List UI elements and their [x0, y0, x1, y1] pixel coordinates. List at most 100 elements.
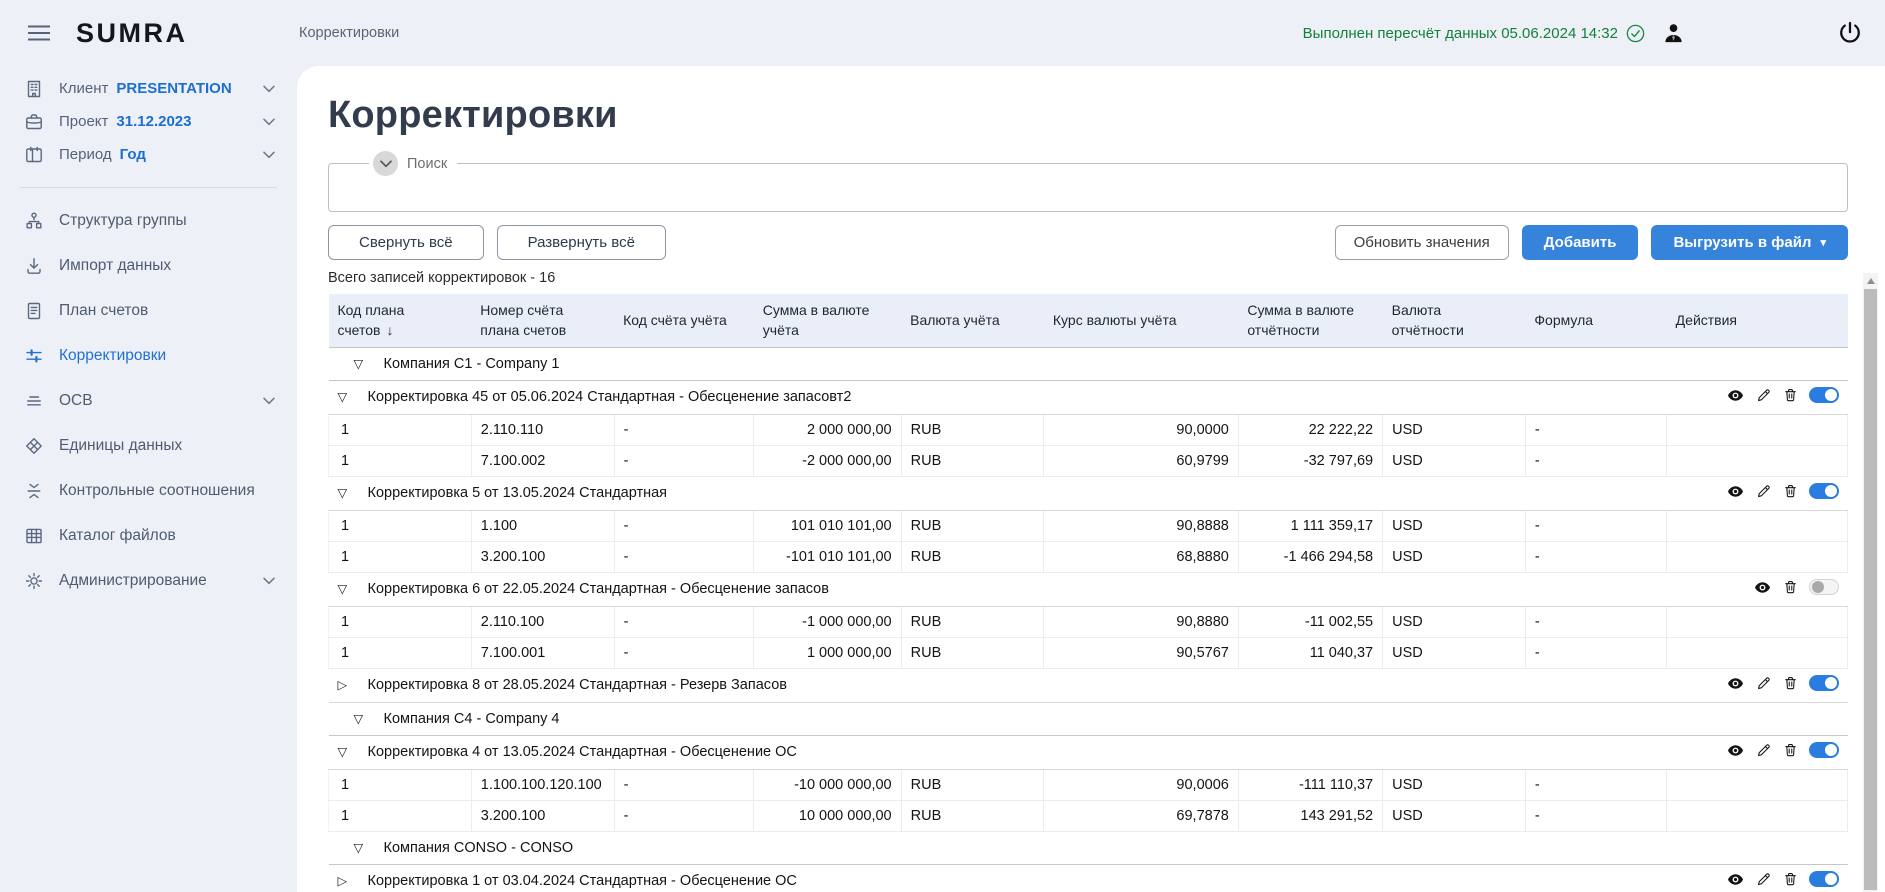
company-group-row[interactable]: ▽ Компания C1 - Company 1	[329, 347, 1848, 380]
delete-adjustment-button[interactable]	[1782, 578, 1799, 596]
edit-adjustment-button[interactable]	[1755, 871, 1772, 888]
collapse-triangle-icon[interactable]: ▽	[338, 389, 354, 404]
add-button[interactable]: Добавить	[1522, 225, 1639, 260]
chevron-down-icon	[263, 577, 275, 585]
column-header-accounting-code[interactable]: Код счёта учёта	[614, 294, 754, 347]
cell: -	[1525, 637, 1666, 668]
adjustment-row[interactable]: ▽ Корректировка 6 от 22.05.2024 Стандарт…	[329, 572, 1848, 606]
company-group-row[interactable]: ▽ Компания C4 - Company 4	[329, 702, 1848, 735]
collapse-triangle-icon[interactable]: ▽	[354, 711, 370, 726]
column-header-amount-reporting[interactable]: Сумма в валюте отчётности	[1238, 294, 1382, 347]
adjustment-row[interactable]: ▽ Корректировка 5 от 13.05.2024 Стандарт…	[329, 476, 1848, 510]
sidebar-context-2[interactable]: Период Год	[0, 138, 297, 171]
edit-adjustment-button[interactable]	[1755, 387, 1772, 404]
column-header-account-number[interactable]: Номер счёта плана счетов	[471, 294, 614, 347]
sidebar-context-1[interactable]: Проект 31.12.2023	[0, 105, 297, 138]
sidebar-item-5[interactable]: Единицы данных	[0, 423, 297, 468]
column-header-currency-accounting[interactable]: Валюта учёта	[901, 294, 1044, 347]
cell: USD	[1383, 769, 1526, 800]
cell: 11 040,37	[1238, 637, 1382, 668]
adjustment-active-toggle[interactable]	[1809, 675, 1839, 691]
view-adjustment-button[interactable]	[1726, 674, 1745, 693]
cell: -	[1525, 769, 1666, 800]
table-scrollbar[interactable]	[1863, 273, 1878, 892]
adjustment-row[interactable]: ▽ Корректировка 4 от 13.05.2024 Стандарт…	[329, 735, 1848, 769]
sidebar-item-2[interactable]: План счетов	[0, 288, 297, 333]
collapse-triangle-icon[interactable]: ▽	[354, 356, 370, 371]
sort-desc-icon[interactable]: ↓	[386, 322, 393, 338]
logout-power-icon[interactable]	[1837, 20, 1863, 46]
sidebar-item-0[interactable]: Структура группы	[0, 198, 297, 243]
sidebar-item-3[interactable]: Корректировки	[0, 333, 297, 378]
delete-adjustment-button[interactable]	[1782, 482, 1799, 500]
edit-adjustment-button[interactable]	[1755, 742, 1772, 759]
adjustment-line-row: 12.110.100--1 000 000,00RUB90,8880-11 00…	[329, 606, 1848, 637]
sidebar-item-7[interactable]: Каталог файлов	[0, 513, 297, 558]
adjustment-row[interactable]: ▷ Корректировка 8 от 28.05.2024 Стандарт…	[329, 668, 1848, 702]
cell: 3.200.100	[471, 800, 614, 831]
view-adjustment-button[interactable]	[1726, 482, 1745, 501]
menu-hamburger-icon[interactable]	[24, 21, 54, 45]
cell: 68,8880	[1044, 541, 1238, 572]
collapse-triangle-icon[interactable]: ▽	[354, 840, 370, 855]
refresh-values-button[interactable]: Обновить значения	[1335, 225, 1509, 260]
column-header-rate[interactable]: Курс валюты учёта	[1044, 294, 1238, 347]
sidebar-item-1[interactable]: Импорт данных	[0, 243, 297, 288]
export-to-file-button[interactable]: Выгрузить в файл ▾	[1651, 225, 1848, 260]
cell: RUB	[901, 541, 1044, 572]
collapse-triangle-icon[interactable]: ▽	[338, 744, 354, 759]
adjustment-label: Корректировка 4 от 13.05.2024 Стандартна…	[368, 744, 797, 760]
adjustment-line-row: 13.200.100--101 010 101,00RUB68,8880-1 4…	[329, 541, 1848, 572]
group-structure-icon	[22, 211, 46, 231]
sidebar-item-8[interactable]: Администрирование	[0, 558, 297, 603]
breadcrumb[interactable]: Корректировки	[299, 25, 399, 41]
delete-adjustment-button[interactable]	[1782, 674, 1799, 692]
table-header-row: Код плана счетов↓ Номер счёта плана счет…	[329, 294, 1848, 347]
expand-all-button[interactable]: Развернуть всё	[497, 225, 666, 260]
file-catalog-icon	[22, 526, 46, 546]
adjustment-label: Корректировка 5 от 13.05.2024 Стандартна…	[368, 485, 668, 501]
edit-adjustment-button[interactable]	[1755, 483, 1772, 500]
edit-adjustment-button[interactable]	[1755, 675, 1772, 692]
delete-adjustment-button[interactable]	[1782, 386, 1799, 404]
adjustment-active-toggle[interactable]	[1809, 387, 1839, 403]
search-input[interactable]	[341, 176, 1839, 202]
adjustment-active-toggle[interactable]	[1809, 742, 1839, 758]
company-group-row[interactable]: ▽ Компания CONSO - CONSO	[329, 831, 1848, 864]
cell: -	[614, 541, 754, 572]
delete-adjustment-button[interactable]	[1782, 741, 1799, 759]
search-options-chevron-icon[interactable]	[373, 151, 398, 176]
view-adjustment-button[interactable]	[1726, 741, 1745, 760]
sidebar-context-0[interactable]: Клиент PRESENTATION	[0, 72, 297, 105]
collapse-triangle-icon[interactable]: ▽	[338, 581, 354, 596]
view-adjustment-button[interactable]	[1753, 578, 1772, 597]
sidebar-item-4[interactable]: ОСВ	[0, 378, 297, 423]
sidebar-nav: Структура группы Импорт данных План счет…	[0, 198, 297, 603]
sidebar-item-6[interactable]: Контрольные соотношения	[0, 468, 297, 513]
delete-adjustment-button[interactable]	[1782, 870, 1799, 888]
column-header-amount-accounting[interactable]: Сумма в валюте учёта	[754, 294, 901, 347]
expand-triangle-icon[interactable]: ▷	[338, 677, 354, 692]
view-adjustment-button[interactable]	[1726, 386, 1745, 405]
column-header-actions: Действия	[1667, 294, 1848, 347]
expand-triangle-icon[interactable]: ▷	[338, 873, 354, 888]
adjustment-active-toggle[interactable]	[1809, 871, 1839, 887]
scrollbar-up-arrow[interactable]	[1863, 273, 1878, 288]
column-header-formula[interactable]: Формула	[1525, 294, 1666, 347]
cell: -11 002,55	[1238, 606, 1382, 637]
view-adjustment-button[interactable]	[1726, 870, 1745, 889]
adjustment-active-toggle[interactable]	[1809, 483, 1839, 499]
collapse-triangle-icon[interactable]: ▽	[338, 485, 354, 500]
cell: -	[614, 769, 754, 800]
scrollbar-thumb[interactable]	[1864, 289, 1877, 890]
column-header-plan-code[interactable]: Код плана счетов↓	[329, 294, 472, 347]
user-profile-icon[interactable]	[1662, 22, 1685, 45]
chart-of-accounts-icon	[22, 301, 46, 321]
cell: 1	[329, 541, 472, 572]
column-header-currency-reporting[interactable]: Валюта отчётности	[1383, 294, 1526, 347]
adjustment-row[interactable]: ▽ Корректировка 45 от 05.06.2024 Стандар…	[329, 380, 1848, 414]
adjustment-row[interactable]: ▷ Корректировка 1 от 03.04.2024 Стандарт…	[329, 864, 1848, 892]
adjustments-table-body: ▽ Компания C1 - Company 1 ▽ Корректировк…	[329, 347, 1848, 892]
adjustment-active-toggle[interactable]	[1809, 579, 1839, 595]
collapse-all-button[interactable]: Свернуть всё	[328, 225, 484, 260]
